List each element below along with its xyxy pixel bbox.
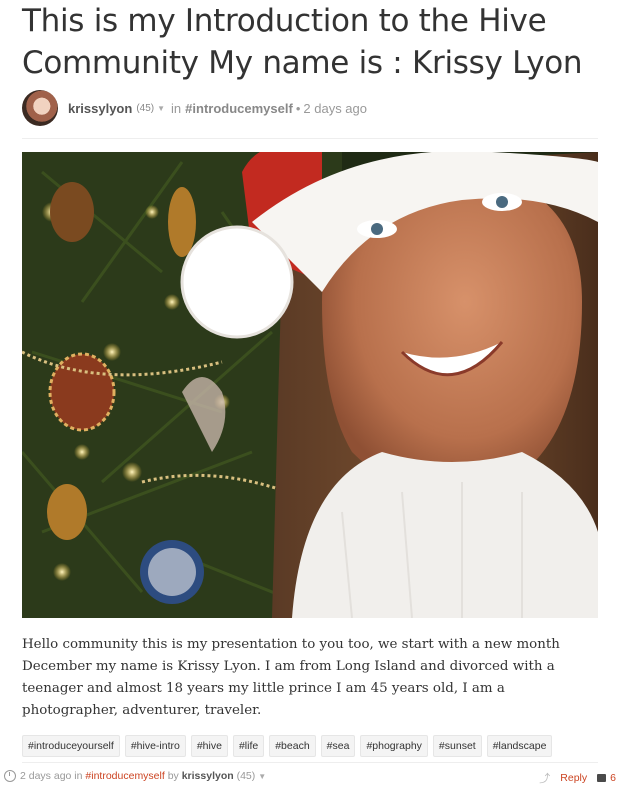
tag[interactable]: #life [232,735,265,757]
comment-count: 6 [610,772,616,784]
tag[interactable]: #beach [269,735,316,757]
in-label: in [171,100,182,116]
post-body: Hello community this is my presentation … [22,637,560,718]
footer-by-label: by [167,770,179,782]
tag[interactable]: #introduceyourself [22,735,120,757]
avatar[interactable] [22,90,58,126]
tag[interactable]: #hive-intro [124,735,186,757]
footer-meta: 2 days ago in #introducemyself by krissy… [4,770,266,782]
post-image [22,152,598,618]
post-meta: krissylyon (45) ▼ in #introducemyself • … [68,101,367,116]
separator-dot: • [295,100,301,116]
footer-age: 2 days ago [20,770,72,782]
footer-in-label: in [74,770,83,782]
post-author-row: krissylyon (45) ▼ in #introducemyself • … [22,90,367,126]
tag[interactable]: #hive [190,735,228,757]
divider [22,138,598,139]
footer-category-link[interactable]: #introducemyself [85,770,164,782]
reply-button[interactable]: Reply [560,772,587,784]
tag[interactable]: #phography [360,735,428,757]
footer-reputation: (45) [236,770,256,782]
divider [22,762,598,763]
author-reputation: (45) [136,102,155,114]
category-link[interactable]: #introducemyself [185,101,293,116]
caret-down-icon[interactable]: ▼ [157,104,165,113]
tag-list: #introduceyourself #hive-intro #hive #li… [22,735,553,757]
comments-button[interactable]: 6 [597,772,616,784]
tag[interactable]: #landscape [486,735,553,757]
post-title: This is my Introduction to the Hive Comm… [22,3,583,81]
clock-icon [4,770,16,782]
tag[interactable]: #sea [320,735,356,757]
post-age: 2 days ago [303,100,367,116]
footer-author-link[interactable]: krissylyon [182,770,234,782]
comment-icon [597,774,607,782]
author-link[interactable]: krissylyon [68,101,132,116]
caret-down-icon[interactable]: ▼ [258,772,266,781]
post-footer: 2 days ago in #introducemyself by krissy… [0,768,620,786]
tag[interactable]: #sunset [432,735,482,757]
